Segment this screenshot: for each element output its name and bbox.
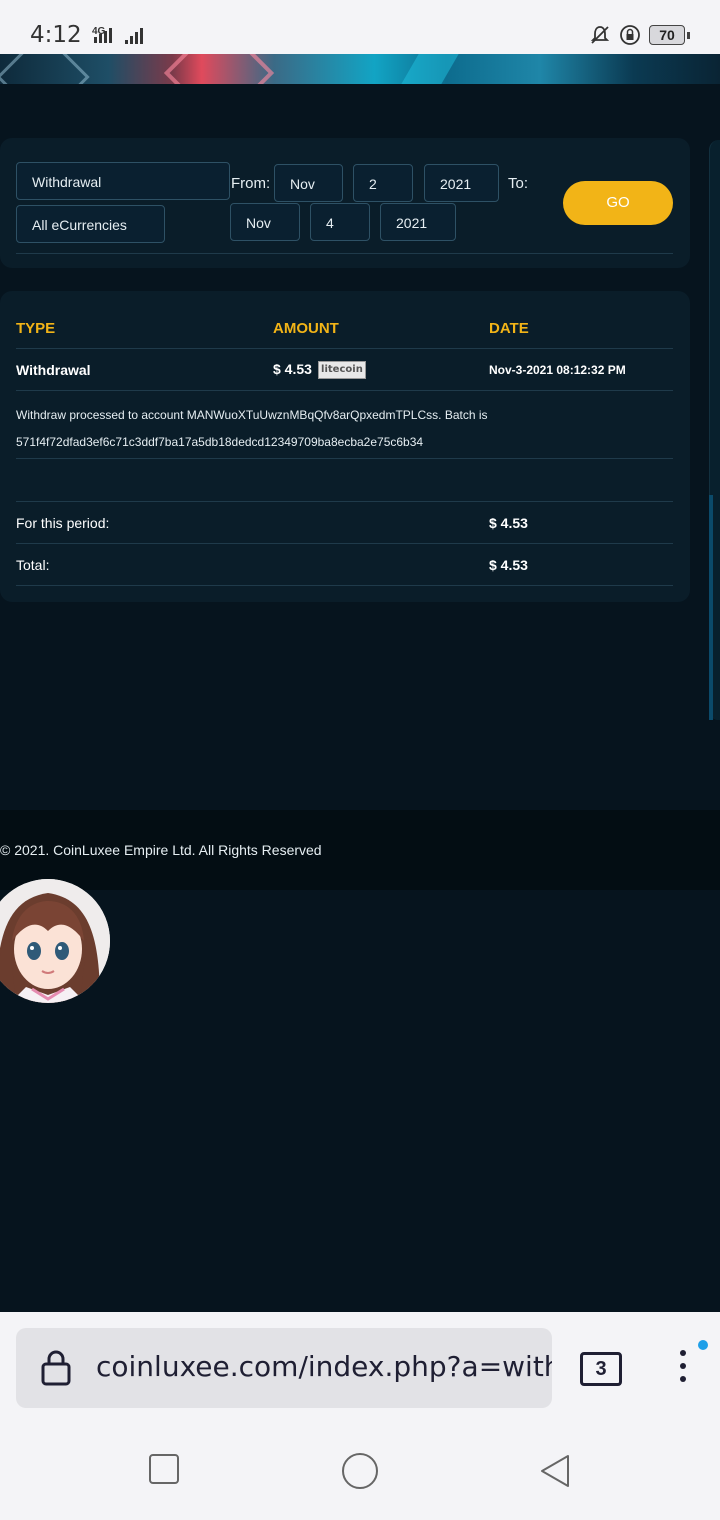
to-month-select[interactable]: Nov xyxy=(230,203,300,241)
type-select[interactable]: Withdrawal xyxy=(16,162,230,200)
total-value: $ 4.53 xyxy=(489,557,528,573)
bell-muted-icon xyxy=(590,26,610,44)
back-button[interactable] xyxy=(538,1453,574,1489)
from-label: From: xyxy=(231,175,271,192)
recents-button[interactable] xyxy=(148,1453,180,1485)
from-day-select[interactable]: 2 xyxy=(353,164,413,202)
period-value: $ 4.53 xyxy=(489,515,528,531)
divider xyxy=(16,543,673,544)
note-line-2: 571f4f72dfad3ef6c71c3ddf7ba17a5db18dedcd… xyxy=(16,435,424,449)
divider xyxy=(16,458,673,459)
divider xyxy=(16,390,673,391)
divider xyxy=(16,348,673,349)
update-dot xyxy=(698,1340,708,1350)
copyright-text: © 2021. CoinLuxee Empire Ltd. All Rights… xyxy=(0,842,322,858)
header-banner xyxy=(0,54,720,84)
to-label: To: xyxy=(508,175,529,192)
to-day-select[interactable]: 4 xyxy=(310,203,370,241)
chat-avatar[interactable] xyxy=(0,879,110,1003)
header-amount: AMOUNT xyxy=(273,320,339,337)
header-date: DATE xyxy=(489,320,529,337)
row-amount-value: $ 4.53 xyxy=(273,361,312,377)
home-button[interactable] xyxy=(340,1451,380,1491)
divider xyxy=(16,253,673,254)
tab-switcher-button[interactable]: 3 xyxy=(580,1352,622,1386)
scrollbar[interactable] xyxy=(709,495,713,720)
url-text: coinluxee.com/index.php?a=withd xyxy=(96,1350,552,1383)
note-line-1: Withdraw processed to account MANWuoXTuU… xyxy=(16,408,488,422)
litecoin-icon: litecoin xyxy=(317,361,366,380)
period-label: For this period: xyxy=(16,515,110,531)
withdraw-note: Withdraw processed to account MANWuoXTuU… xyxy=(16,402,676,456)
from-month-select[interactable]: Nov xyxy=(274,164,343,202)
more-menu-icon[interactable] xyxy=(680,1350,688,1389)
from-year-select[interactable]: 2021 xyxy=(424,164,499,202)
signal-icon xyxy=(94,28,112,43)
footer: © 2021. CoinLuxee Empire Ltd. All Rights… xyxy=(0,810,720,890)
rotation-lock-icon xyxy=(620,25,640,45)
battery-icon: 70 xyxy=(649,25,685,45)
divider xyxy=(16,585,673,586)
row-amount: $ 4.53 litecoin xyxy=(273,361,366,380)
total-label: Total: xyxy=(16,557,50,573)
address-bar[interactable]: coinluxee.com/index.php?a=withd xyxy=(16,1328,552,1408)
row-type: Withdrawal xyxy=(16,362,91,378)
currency-select[interactable]: All eCurrencies xyxy=(16,205,165,243)
header-type: TYPE xyxy=(16,320,56,337)
to-year-select[interactable]: 2021 xyxy=(380,203,456,241)
status-time: 4:12 xyxy=(30,22,82,48)
divider xyxy=(16,501,673,502)
go-button[interactable]: GO xyxy=(563,181,673,225)
status-bar: 4:12 4G 70 xyxy=(0,0,720,54)
row-date: Nov-3-2021 08:12:32 PM xyxy=(489,363,626,377)
lock-icon xyxy=(41,1350,71,1386)
signal-icon-2 xyxy=(125,28,143,44)
battery-tip xyxy=(687,31,690,39)
